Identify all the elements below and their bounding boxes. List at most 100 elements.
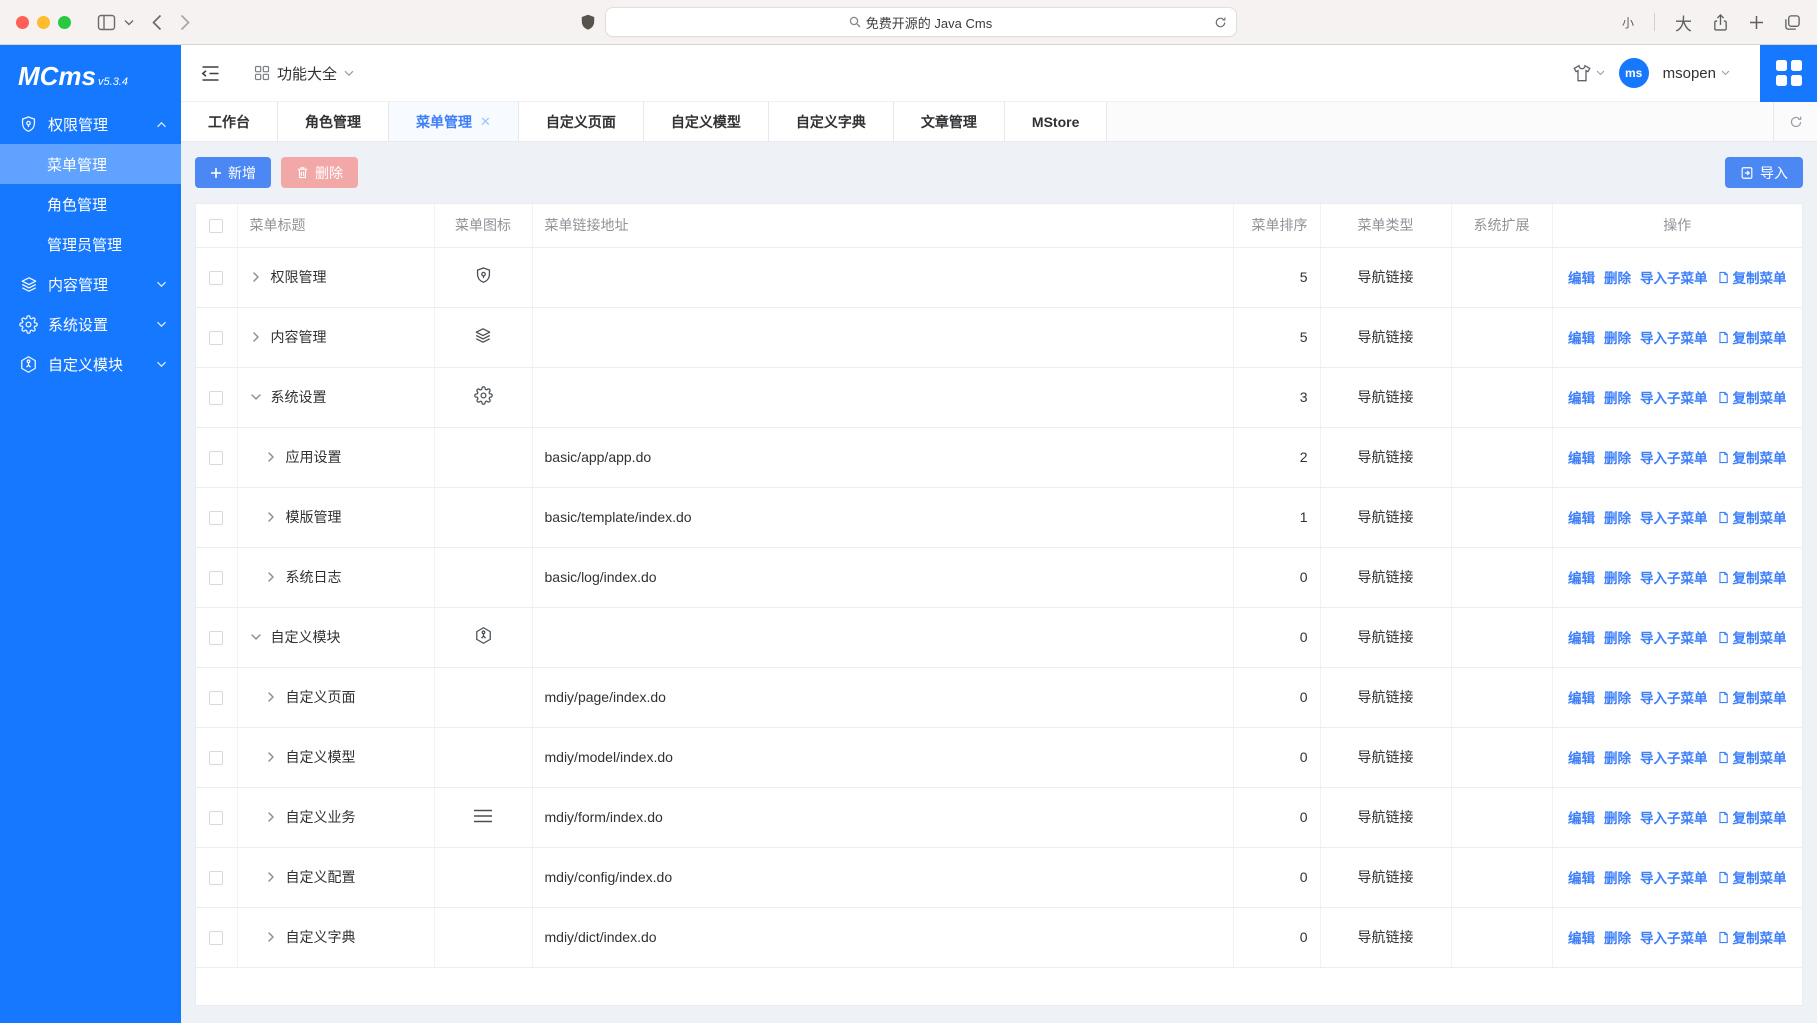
text-larger-button[interactable]: 大 — [1675, 10, 1692, 35]
import-submenu-link[interactable]: 导入子菜单 — [1640, 387, 1708, 407]
share-icon[interactable] — [1712, 13, 1729, 32]
app-switcher[interactable]: 功能大全 — [254, 63, 354, 84]
theme-switcher[interactable] — [1572, 64, 1605, 83]
select-all-checkbox[interactable] — [209, 219, 223, 233]
apps-grid-button[interactable] — [1760, 45, 1817, 102]
zoom-window-button[interactable] — [58, 16, 71, 29]
row-checkbox[interactable] — [209, 631, 223, 645]
copy-menu-link[interactable]: 复制菜单 — [1717, 627, 1787, 647]
edit-link[interactable]: 编辑 — [1568, 327, 1595, 347]
edit-link[interactable]: 编辑 — [1568, 627, 1595, 647]
row-checkbox[interactable] — [209, 751, 223, 765]
expand-closed-caret-icon[interactable] — [265, 931, 277, 943]
expand-closed-caret-icon[interactable] — [250, 331, 262, 343]
edit-link[interactable]: 编辑 — [1568, 807, 1595, 827]
row-checkbox[interactable] — [209, 391, 223, 405]
import-submenu-link[interactable]: 导入子菜单 — [1640, 927, 1708, 947]
copy-menu-link[interactable]: 复制菜单 — [1717, 747, 1787, 767]
copy-menu-link[interactable]: 复制菜单 — [1717, 327, 1787, 347]
tab-overview-icon[interactable] — [1784, 14, 1801, 31]
import-button[interactable]: 导入 — [1725, 157, 1803, 188]
sidebar-item-system[interactable]: 系统设置 — [0, 304, 181, 344]
row-checkbox[interactable] — [209, 811, 223, 825]
user-menu[interactable]: msopen — [1663, 65, 1730, 82]
edit-link[interactable]: 编辑 — [1568, 507, 1595, 527]
expand-closed-caret-icon[interactable] — [265, 871, 277, 883]
refresh-tab-icon[interactable] — [1773, 102, 1817, 141]
import-submenu-link[interactable]: 导入子菜单 — [1640, 807, 1708, 827]
edit-link[interactable]: 编辑 — [1568, 867, 1595, 887]
text-smaller-button[interactable]: 小 — [1622, 14, 1634, 31]
import-submenu-link[interactable]: 导入子菜单 — [1640, 567, 1708, 587]
import-submenu-link[interactable]: 导入子菜单 — [1640, 867, 1708, 887]
tab-工作台[interactable]: 工作台 — [181, 102, 278, 141]
edit-link[interactable]: 编辑 — [1568, 567, 1595, 587]
sidebar-item-custom[interactable]: 自定义模块 — [0, 344, 181, 384]
copy-menu-link[interactable]: 复制菜单 — [1717, 807, 1787, 827]
delete-link[interactable]: 删除 — [1604, 627, 1631, 647]
close-tab-icon[interactable]: ✕ — [480, 114, 491, 130]
delete-link[interactable]: 删除 — [1604, 867, 1631, 887]
tab-自定义模型[interactable]: 自定义模型 — [644, 102, 769, 141]
edit-link[interactable]: 编辑 — [1568, 447, 1595, 467]
content-blocker-shield-icon[interactable] — [581, 14, 595, 31]
delete-link[interactable]: 删除 — [1604, 567, 1631, 587]
edit-link[interactable]: 编辑 — [1568, 387, 1595, 407]
address-bar[interactable]: 免费开源的 Java Cms — [605, 7, 1237, 37]
copy-menu-link[interactable]: 复制菜单 — [1717, 867, 1787, 887]
sidebar-item-permission[interactable]: 权限管理 — [0, 104, 181, 144]
expand-open-caret-icon[interactable] — [250, 631, 262, 643]
delete-link[interactable]: 删除 — [1604, 747, 1631, 767]
forward-button[interactable] — [180, 14, 190, 31]
tab-自定义页面[interactable]: 自定义页面 — [519, 102, 644, 141]
delete-link[interactable]: 删除 — [1604, 807, 1631, 827]
row-checkbox[interactable] — [209, 691, 223, 705]
expand-closed-caret-icon[interactable] — [265, 511, 277, 523]
expand-closed-caret-icon[interactable] — [250, 271, 262, 283]
import-submenu-link[interactable]: 导入子菜单 — [1640, 747, 1708, 767]
copy-menu-link[interactable]: 复制菜单 — [1717, 387, 1787, 407]
expand-closed-caret-icon[interactable] — [265, 811, 277, 823]
edit-link[interactable]: 编辑 — [1568, 687, 1595, 707]
copy-menu-link[interactable]: 复制菜单 — [1717, 447, 1787, 467]
sidebar-item-menu[interactable]: 菜单管理 — [0, 144, 181, 184]
expand-closed-caret-icon[interactable] — [265, 691, 277, 703]
row-checkbox[interactable] — [209, 451, 223, 465]
row-checkbox[interactable] — [209, 871, 223, 885]
delete-link[interactable]: 删除 — [1604, 387, 1631, 407]
delete-link[interactable]: 删除 — [1604, 927, 1631, 947]
minimize-window-button[interactable] — [37, 16, 50, 29]
row-checkbox[interactable] — [209, 511, 223, 525]
import-submenu-link[interactable]: 导入子菜单 — [1640, 327, 1708, 347]
add-button[interactable]: 新增 — [195, 157, 271, 188]
delete-link[interactable]: 删除 — [1604, 447, 1631, 467]
import-submenu-link[interactable]: 导入子菜单 — [1640, 507, 1708, 527]
expand-closed-caret-icon[interactable] — [265, 571, 277, 583]
expand-open-caret-icon[interactable] — [250, 391, 262, 403]
row-checkbox[interactable] — [209, 331, 223, 345]
delete-link[interactable]: 删除 — [1604, 687, 1631, 707]
sidebar-item-role[interactable]: 角色管理 — [0, 184, 181, 224]
tab-MStore[interactable]: MStore — [1005, 102, 1107, 141]
expand-closed-caret-icon[interactable] — [265, 451, 277, 463]
copy-menu-link[interactable]: 复制菜单 — [1717, 927, 1787, 947]
delete-link[interactable]: 删除 — [1604, 507, 1631, 527]
copy-menu-link[interactable]: 复制菜单 — [1717, 567, 1787, 587]
reload-icon[interactable] — [1214, 16, 1227, 29]
edit-link[interactable]: 编辑 — [1568, 267, 1595, 287]
row-checkbox[interactable] — [209, 271, 223, 285]
sidebar-item-admin[interactable]: 管理员管理 — [0, 224, 181, 264]
import-submenu-link[interactable]: 导入子菜单 — [1640, 627, 1708, 647]
import-submenu-link[interactable]: 导入子菜单 — [1640, 267, 1708, 287]
sidebar-item-content[interactable]: 内容管理 — [0, 264, 181, 304]
tab-角色管理[interactable]: 角色管理 — [278, 102, 389, 141]
user-avatar[interactable]: ms — [1619, 58, 1649, 88]
back-button[interactable] — [152, 14, 162, 31]
new-tab-icon[interactable] — [1749, 15, 1764, 30]
copy-menu-link[interactable]: 复制菜单 — [1717, 267, 1787, 287]
browser-sidebar-icon[interactable] — [97, 14, 116, 31]
copy-menu-link[interactable]: 复制菜单 — [1717, 507, 1787, 527]
delete-button[interactable]: 删除 — [281, 157, 358, 188]
chevron-down-icon[interactable] — [124, 19, 134, 26]
delete-link[interactable]: 删除 — [1604, 267, 1631, 287]
